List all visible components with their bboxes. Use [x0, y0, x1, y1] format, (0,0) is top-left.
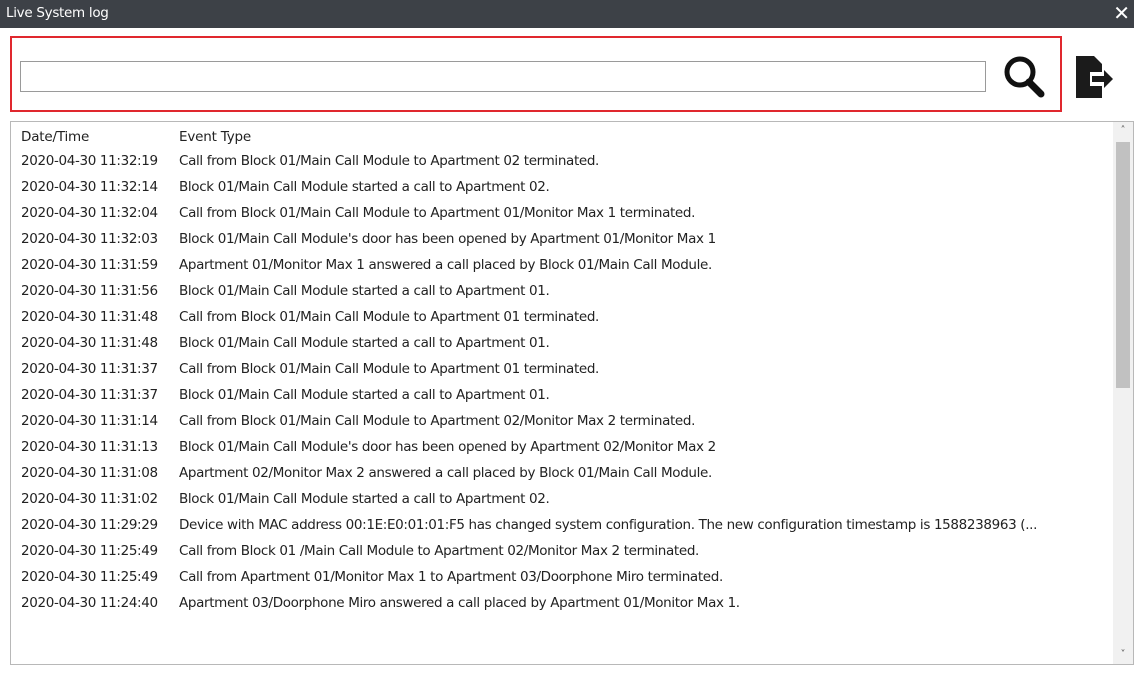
table-row[interactable]: 2020-04-30 11:31:59 Apartment 01/Monitor …	[11, 252, 1111, 278]
export-button[interactable]	[1070, 54, 1114, 100]
cell-datetime: 2020-04-30 11:32:04	[21, 205, 158, 221]
cell-datetime: 2020-04-30 11:31:59	[21, 257, 158, 273]
cell-datetime: 2020-04-30 11:31:48	[21, 309, 158, 325]
cell-event-type: Call from Apartment 01/Monitor Max 1 to …	[179, 569, 723, 585]
table-row[interactable]: 2020-04-30 11:31:37 Call from Block 01/Ma…	[11, 356, 1111, 382]
table-row[interactable]: 2020-04-30 11:32:04 Call from Block 01/Ma…	[11, 200, 1111, 226]
table-row[interactable]: 2020-04-30 11:31:02 Block 01/Main Call Mo…	[11, 486, 1111, 512]
cell-datetime: 2020-04-30 11:31:13	[21, 439, 158, 455]
log-table: Date/Time Event Type 2020-04-30 11:32:19…	[10, 121, 1134, 665]
scroll-thumb[interactable]	[1116, 142, 1130, 388]
cell-event-type: Block 01/Main Call Module started a call…	[179, 387, 550, 403]
table-row[interactable]: 2020-04-30 11:31:48 Call from Block 01/Ma…	[11, 304, 1111, 330]
cell-datetime: 2020-04-30 11:31:37	[21, 387, 158, 403]
cell-datetime: 2020-04-30 11:31:56	[21, 283, 158, 299]
close-icon[interactable]: ✕	[1113, 1, 1130, 25]
table-row[interactable]: 2020-04-30 11:24:40 Apartment 03/Doorphon…	[11, 590, 1111, 616]
cell-event-type: Call from Block 01/Main Call Module to A…	[179, 361, 600, 377]
table-row[interactable]: 2020-04-30 11:31:14 Call from Block 01/Ma…	[11, 408, 1111, 434]
cell-datetime: 2020-04-30 11:31:14	[21, 413, 158, 429]
cell-event-type: Call from Block 01/Main Call Module to A…	[179, 309, 600, 325]
scroll-down-icon[interactable]: ˅	[1113, 646, 1133, 664]
cell-event-type: Block 01/Main Call Module's door has bee…	[179, 231, 716, 247]
table-row[interactable]: 2020-04-30 11:31:48 Block 01/Main Call Mo…	[11, 330, 1111, 356]
search-icon	[1004, 56, 1045, 98]
scroll-up-icon[interactable]: ˄	[1113, 122, 1133, 140]
cell-event-type: Call from Block 01/Main Call Module to A…	[179, 153, 600, 169]
search-button[interactable]	[996, 50, 1052, 102]
table-row[interactable]: 2020-04-30 11:32:03 Block 01/Main Call Mo…	[11, 226, 1111, 252]
cell-datetime: 2020-04-30 11:32:03	[21, 231, 158, 247]
table-row[interactable]: 2020-04-30 11:31:13 Block 01/Main Call Mo…	[11, 434, 1111, 460]
table-row[interactable]: 2020-04-30 11:32:14 Block 01/Main Call Mo…	[11, 174, 1111, 200]
cell-datetime: 2020-04-30 11:25:49	[21, 543, 158, 559]
cell-datetime: 2020-04-30 11:32:14	[21, 179, 158, 195]
cell-event-type: Apartment 01/Monitor Max 1 answered a ca…	[179, 257, 712, 273]
table-header: Date/Time Event Type	[11, 122, 1111, 148]
table-row[interactable]: 2020-04-30 11:31:37 Block 01/Main Call Mo…	[11, 382, 1111, 408]
cell-event-type: Block 01/Main Call Module started a call…	[179, 335, 550, 351]
cell-datetime: 2020-04-30 11:29:29	[21, 517, 158, 533]
window-title: Live System log	[6, 5, 109, 21]
column-header-event-type[interactable]: Event Type	[179, 129, 251, 145]
table-row[interactable]: 2020-04-30 11:29:29 Device with MAC addre…	[11, 512, 1111, 538]
vertical-scrollbar[interactable]: ˄ ˅	[1113, 122, 1133, 664]
search-input[interactable]	[20, 61, 986, 92]
cell-event-type: Device with MAC address 00:1E:E0:01:01:F…	[179, 517, 1038, 533]
cell-event-type: Block 01/Main Call Module started a call…	[179, 179, 550, 195]
cell-datetime: 2020-04-30 11:31:02	[21, 491, 158, 507]
cell-datetime: 2020-04-30 11:31:48	[21, 335, 158, 351]
table-row[interactable]: 2020-04-30 11:31:08 Apartment 02/Monitor …	[11, 460, 1111, 486]
cell-event-type: Block 01/Main Call Module started a call…	[179, 283, 550, 299]
table-row[interactable]: 2020-04-30 11:25:49 Call from Block 01 /M…	[11, 538, 1111, 564]
export-file-icon	[1076, 56, 1113, 98]
cell-datetime: 2020-04-30 11:32:19	[21, 153, 158, 169]
cell-event-type: Block 01/Main Call Module's door has bee…	[179, 439, 716, 455]
search-area	[10, 36, 1062, 112]
table-row[interactable]: 2020-04-30 11:25:49 Call from Apartment 0…	[11, 564, 1111, 590]
cell-event-type: Apartment 02/Monitor Max 2 answered a ca…	[179, 465, 712, 481]
cell-datetime: 2020-04-30 11:31:37	[21, 361, 158, 377]
cell-datetime: 2020-04-30 11:25:49	[21, 569, 158, 585]
table-row[interactable]: 2020-04-30 11:31:56 Block 01/Main Call Mo…	[11, 278, 1111, 304]
cell-datetime: 2020-04-30 11:31:08	[21, 465, 158, 481]
cell-event-type: Call from Block 01/Main Call Module to A…	[179, 413, 696, 429]
cell-event-type: Block 01/Main Call Module started a call…	[179, 491, 550, 507]
title-bar: Live System log ✕	[0, 0, 1134, 28]
cell-datetime: 2020-04-30 11:24:40	[21, 595, 158, 611]
cell-event-type: Call from Block 01/Main Call Module to A…	[179, 205, 696, 221]
table-row[interactable]: 2020-04-30 11:32:19 Call from Block 01/Ma…	[11, 148, 1111, 174]
cell-event-type: Apartment 03/Doorphone Miro answered a c…	[179, 595, 740, 611]
column-header-datetime[interactable]: Date/Time	[21, 129, 89, 145]
cell-event-type: Call from Block 01 /Main Call Module to …	[179, 543, 699, 559]
table-body: 2020-04-30 11:32:19 Call from Block 01/Ma…	[11, 148, 1111, 616]
